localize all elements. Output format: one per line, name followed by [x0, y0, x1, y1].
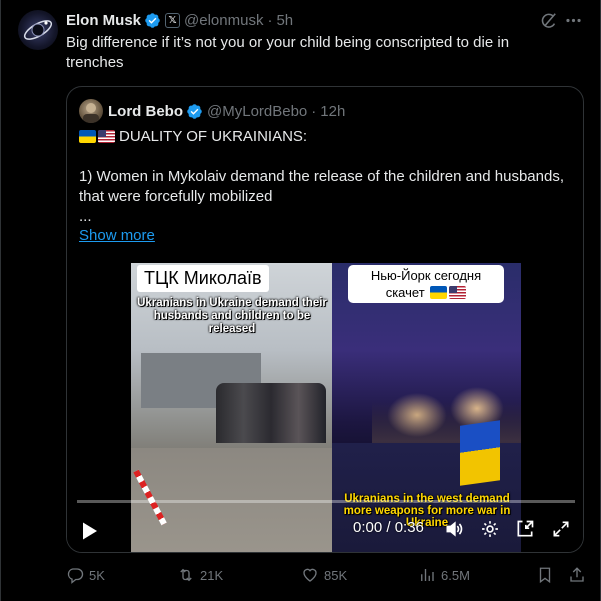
- bookmark-icon: [539, 567, 551, 584]
- usa-flag-icon: [98, 130, 115, 143]
- quoted-author-avatar[interactable]: [79, 99, 103, 123]
- quoted-header: Lord Bebo @MyLordBebo · 12h: [108, 101, 345, 121]
- tweet-text: Big difference if it’s not you or your c…: [66, 34, 510, 71]
- video-player[interactable]: ТЦК Миколаїв Ukranians in Ukraine demand…: [67, 263, 583, 552]
- picture-in-picture-icon[interactable]: [515, 519, 535, 544]
- flag-emojis: [430, 286, 467, 299]
- heart-icon: [303, 568, 317, 582]
- quoted-timestamp[interactable]: 12h: [320, 103, 345, 120]
- usa-flag-icon: [449, 286, 467, 299]
- video-left-panel: ТЦК Миколаїв Ukranians in Ukraine demand…: [131, 263, 332, 552]
- quoted-tweet[interactable]: Lord Bebo @MyLordBebo · 12h DUALITY OF U…: [66, 86, 584, 553]
- quoted-ellipsis: ...: [79, 208, 92, 225]
- author-name[interactable]: Elon Musk: [66, 12, 141, 29]
- grok-icon[interactable]: [539, 11, 558, 35]
- share-icon: [570, 567, 584, 582]
- tweet-timestamp[interactable]: 5h: [276, 12, 293, 29]
- ukraine-flag-icon: [79, 130, 96, 143]
- bookmark-button[interactable]: [536, 566, 559, 584]
- more-icon[interactable]: [564, 11, 583, 35]
- views-icon: [421, 569, 434, 581]
- author-avatar[interactable]: [18, 10, 58, 50]
- scene-ukraine-flag: [460, 420, 500, 486]
- flag-emojis: [79, 130, 115, 143]
- reply-icon: [67, 568, 84, 584]
- quoted-headline: DUALITY OF UKRAINIANS:: [119, 128, 308, 145]
- scene-crowd: [216, 383, 326, 443]
- retweet-count: 21K: [200, 567, 224, 583]
- views-count: 6.5M: [441, 567, 470, 583]
- affiliation-badge[interactable]: 𝕏: [165, 12, 181, 28]
- separator-dot: ·: [311, 102, 317, 120]
- like-count: 85K: [324, 567, 348, 583]
- video-timecode: 0:00 / 0:36: [353, 519, 424, 536]
- reply-button[interactable]: 5K: [66, 566, 105, 584]
- views-button[interactable]: 6.5M: [418, 566, 470, 584]
- quoted-headline-line: DUALITY OF UKRAINIANS:: [79, 127, 573, 147]
- author-handle[interactable]: @elonmusk: [184, 12, 263, 29]
- quoted-author-handle[interactable]: @MyLordBebo: [207, 103, 307, 120]
- fullscreen-icon[interactable]: [551, 519, 571, 544]
- show-more-link[interactable]: Show more: [79, 227, 155, 244]
- verified-badge-icon: [144, 12, 161, 29]
- reply-count: 5K: [89, 567, 105, 583]
- play-icon[interactable]: [81, 521, 99, 546]
- retweet-button[interactable]: 21K: [177, 566, 223, 584]
- share-button[interactable]: [568, 566, 591, 584]
- tweet-card: Elon Musk 𝕏 @elonmusk · 5h Big differenc…: [0, 0, 601, 601]
- tweet-actions: 5K 21K 85K 6.5M: [66, 566, 586, 586]
- video-right-panel: Нью-Йорк сегодня скачет Ukranians in the…: [332, 263, 521, 552]
- video-left-title: ТЦК Миколаїв: [137, 265, 269, 292]
- ukraine-flag-icon: [430, 286, 448, 299]
- tweet-header: Elon Musk 𝕏 @elonmusk · 5h: [66, 10, 293, 30]
- video-progress-bar[interactable]: [77, 500, 575, 503]
- quoted-text: DUALITY OF UKRAINIANS: 1) Women in Mykol…: [79, 127, 573, 227]
- settings-icon[interactable]: [480, 519, 500, 544]
- retweet-icon: [180, 568, 192, 582]
- separator-dot: ·: [267, 11, 273, 29]
- video-left-caption: Ukranians in Ukraine demand their husban…: [137, 297, 327, 335]
- like-button[interactable]: 85K: [301, 566, 347, 584]
- quoted-author-name[interactable]: Lord Bebo: [108, 103, 183, 120]
- video-right-title: Нью-Йорк сегодня скачет: [348, 265, 504, 303]
- volume-icon[interactable]: [444, 519, 464, 544]
- verified-badge-icon: [186, 103, 203, 120]
- quoted-body: 1) Women in Mykolaiv demand the release …: [79, 168, 565, 205]
